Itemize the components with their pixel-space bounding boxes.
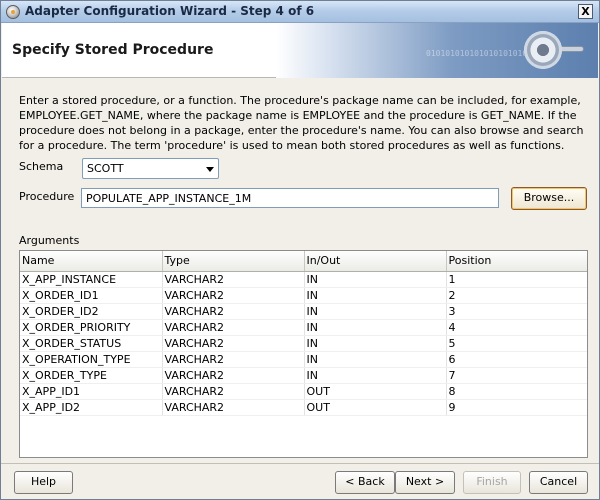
arg-name-cell: X_ORDER_STATUS [20,335,163,352]
schema-dropdown[interactable]: SCOTT [82,158,219,179]
finish-button-label: Finish [476,475,508,488]
title-bar[interactable]: Adapter Configuration Wizard - Step 4 of… [1,1,599,23]
arg-type-cell: VARCHAR2 [162,319,305,336]
app-icon [6,5,20,19]
column-header-type[interactable]: Type [162,251,305,272]
table-row[interactable]: X_APP_ID1 VARCHAR2 OUT 8 [20,383,587,400]
cancel-button-label: Cancel [539,475,578,488]
back-button-label: < Back [345,475,385,488]
table-row[interactable]: X_ORDER_ID2 VARCHAR2 IN 3 [20,303,587,320]
arg-position-cell: 3 [446,303,587,320]
schema-label: Schema [19,160,64,173]
arg-type-cell: VARCHAR2 [162,351,305,368]
finish-button: Finish [463,471,521,494]
arg-name-cell: X_ORDER_ID2 [20,303,163,320]
header-banner: 010101010101010101010101 [276,23,598,78]
next-button-label: Next > [405,475,445,488]
table-row[interactable]: X_ORDER_STATUS VARCHAR2 IN 5 [20,335,587,352]
arg-name-cell: X_APP_ID2 [20,399,163,416]
arg-type-cell: VARCHAR2 [162,335,305,352]
arg-in-out-cell: IN [304,303,447,320]
browse-button[interactable]: Browse... [511,187,587,210]
chevron-down-icon[interactable] [206,167,214,172]
arg-in-out-cell: OUT [304,383,447,400]
arg-position-cell: 2 [446,287,587,304]
instructions-text: Enter a stored procedure, or a function.… [19,94,584,152]
table-row[interactable]: X_ORDER_ID1 VARCHAR2 IN 2 [20,287,587,304]
help-button[interactable]: Help [14,471,73,494]
arg-name-cell: X_ORDER_ID1 [20,287,163,304]
arg-type-cell: VARCHAR2 [162,383,305,400]
arg-name-cell: X_ORDER_PRIORITY [20,319,163,336]
footer-divider [1,463,599,464]
arguments-label: Arguments [19,234,80,247]
column-header-position[interactable]: Position [446,251,587,272]
table-row[interactable]: X_ORDER_PRIORITY VARCHAR2 IN 4 [20,319,587,336]
cancel-button[interactable]: Cancel [529,471,588,494]
arg-type-cell: VARCHAR2 [162,271,305,288]
arg-in-out-cell: IN [304,351,447,368]
arg-in-out-cell: IN [304,367,447,384]
arg-type-cell: VARCHAR2 [162,303,305,320]
table-row[interactable]: X_ORDER_TYPE VARCHAR2 IN 7 [20,367,587,384]
procedure-label: Procedure [19,190,75,203]
window-title: Adapter Configuration Wizard - Step 4 of… [25,4,315,18]
gear-icon [524,31,562,69]
page-title: Specify Stored Procedure [12,42,214,58]
arg-in-out-cell: IN [304,287,447,304]
arguments-table[interactable]: Name Type In/Out Position X_APP_INSTANCE… [19,250,588,458]
procedure-input[interactable]: POPULATE_APP_INSTANCE_1M [81,188,499,208]
arg-in-out-cell: IN [304,271,447,288]
table-row[interactable]: X_OPERATION_TYPE VARCHAR2 IN 6 [20,351,587,368]
arg-type-cell: VARCHAR2 [162,367,305,384]
arg-position-cell: 4 [446,319,587,336]
arg-in-out-cell: IN [304,319,447,336]
arg-name-cell: X_APP_INSTANCE [20,271,163,288]
arg-position-cell: 8 [446,383,587,400]
arg-position-cell: 1 [446,271,587,288]
arg-in-out-cell: OUT [304,399,447,416]
back-button[interactable]: < Back [335,471,395,494]
arg-name-cell: X_ORDER_TYPE [20,367,163,384]
arg-position-cell: 5 [446,335,587,352]
wizard-window: Adapter Configuration Wizard - Step 4 of… [0,0,600,500]
column-header-in-out[interactable]: In/Out [304,251,447,272]
column-header-name[interactable]: Name [20,251,163,272]
arg-position-cell: 6 [446,351,587,368]
wizard-header: Specify Stored Procedure 010101010101010… [2,23,598,78]
arg-position-cell: 9 [446,399,587,416]
arg-in-out-cell: IN [304,335,447,352]
arg-name-cell: X_OPERATION_TYPE [20,351,163,368]
table-row[interactable]: X_APP_ID2 VARCHAR2 OUT 9 [20,399,587,416]
arg-type-cell: VARCHAR2 [162,287,305,304]
next-button[interactable]: Next > [395,471,455,494]
help-button-label: Help [30,475,57,488]
table-row[interactable]: X_APP_INSTANCE VARCHAR2 IN 1 [20,271,587,288]
arg-position-cell: 7 [446,367,587,384]
table-header-row: Name Type In/Out Position [20,251,587,272]
schema-selected-value: SCOTT [87,162,124,175]
arg-type-cell: VARCHAR2 [162,399,305,416]
arg-name-cell: X_APP_ID1 [20,383,163,400]
close-button[interactable]: X [578,4,593,19]
